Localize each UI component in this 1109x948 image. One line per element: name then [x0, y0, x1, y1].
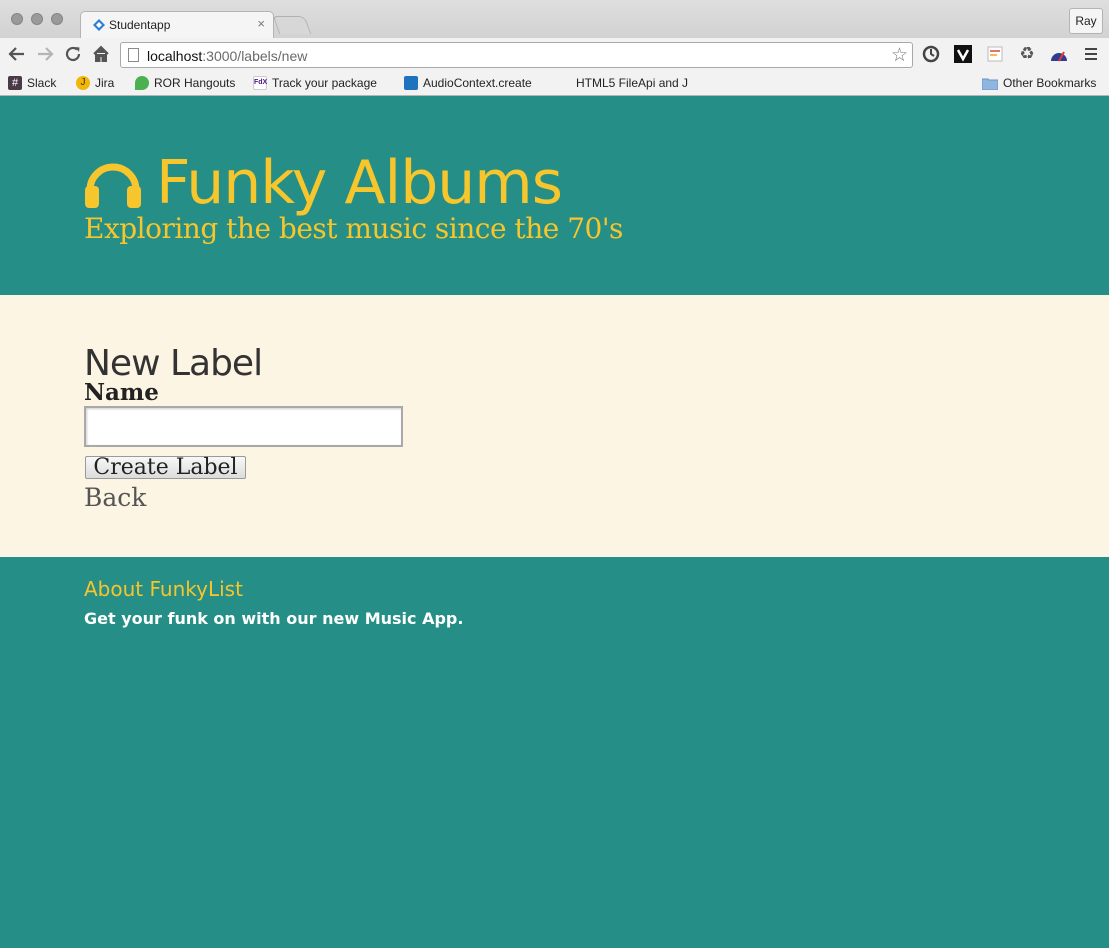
- other-bookmarks[interactable]: Other Bookmarks: [982, 75, 1096, 91]
- menu-icon[interactable]: [1080, 43, 1102, 65]
- notes-extension-icon[interactable]: [984, 43, 1006, 65]
- jira-icon: J: [76, 76, 90, 90]
- recycle-extension-icon[interactable]: ♻: [1016, 43, 1038, 65]
- site-title[interactable]: Funky Albums: [84, 148, 563, 218]
- bookmark-slack[interactable]: # Slack: [8, 75, 56, 91]
- hangouts-icon: [135, 76, 149, 90]
- bookmark-track-package[interactable]: FdX Track your package: [253, 75, 391, 91]
- bookmark-star-icon[interactable]: ☆: [891, 44, 908, 67]
- bookmark-jira[interactable]: J Jira: [76, 75, 114, 91]
- address-bar[interactable]: localhost:3000/labels/new ☆: [120, 42, 913, 68]
- main-content: New Label Name Create Label Back: [0, 295, 1109, 557]
- footer-text: Get your funk on with our new Music App.: [84, 609, 464, 628]
- vimeo-extension-icon[interactable]: [952, 43, 974, 65]
- folder-icon: [982, 78, 998, 90]
- home-icon[interactable]: [90, 43, 112, 65]
- name-label: Name: [84, 379, 159, 406]
- zoom-window-button[interactable]: [51, 13, 63, 25]
- close-window-button[interactable]: [11, 13, 23, 25]
- fedex-icon: FdX: [253, 76, 267, 90]
- tab-strip: Studentapp × Ray: [0, 0, 1109, 39]
- name-input[interactable]: [84, 406, 403, 447]
- reload-icon[interactable]: [62, 43, 84, 65]
- bookmark-html5-fileapi[interactable]: HTML5 FileApi and J: [576, 75, 692, 91]
- minimize-window-button[interactable]: [31, 13, 43, 25]
- headphones-icon: [85, 163, 141, 208]
- page-title: New Label: [84, 343, 263, 384]
- profile-button[interactable]: Ray: [1069, 8, 1103, 34]
- bookmark-audiocontext[interactable]: AudioContext.create: [404, 75, 542, 91]
- new-tab-button[interactable]: [272, 16, 312, 34]
- back-link[interactable]: Back: [84, 483, 146, 512]
- footer-heading: About FunkyList: [84, 577, 243, 601]
- site-footer: About FunkyList Get your funk on with ou…: [0, 557, 1109, 948]
- bookmark-ror-hangouts[interactable]: ROR Hangouts: [135, 75, 235, 91]
- site-tagline: Exploring the best music since the 70's: [84, 212, 623, 245]
- site-header: Funky Albums Exploring the best music si…: [0, 96, 1109, 295]
- back-arrow-icon[interactable]: [6, 43, 28, 65]
- create-label-button[interactable]: Create Label: [85, 456, 246, 479]
- sync-extension-icon[interactable]: [920, 43, 942, 65]
- url-text[interactable]: localhost:3000/labels/new: [147, 48, 307, 64]
- tab-title: Studentapp: [109, 18, 171, 32]
- page-icon: [128, 48, 139, 62]
- tab-studentapp[interactable]: Studentapp ×: [80, 11, 274, 39]
- speed-extension-icon[interactable]: [1048, 43, 1070, 65]
- studentapp-favicon-icon: [93, 19, 105, 31]
- forward-arrow-icon[interactable]: [34, 43, 56, 65]
- browser-toolbar: localhost:3000/labels/new ☆ ♻: [0, 38, 1109, 72]
- docs-icon: [404, 76, 418, 90]
- slack-icon: #: [8, 76, 22, 90]
- site-name: Funky Albums: [156, 148, 563, 218]
- tab-close-icon[interactable]: ×: [257, 16, 265, 31]
- browser-chrome: Studentapp × Ray localhost:3000/labels/n…: [0, 0, 1109, 96]
- bookmarks-bar: # Slack J Jira ROR Hangouts FdX Track yo…: [0, 72, 1109, 95]
